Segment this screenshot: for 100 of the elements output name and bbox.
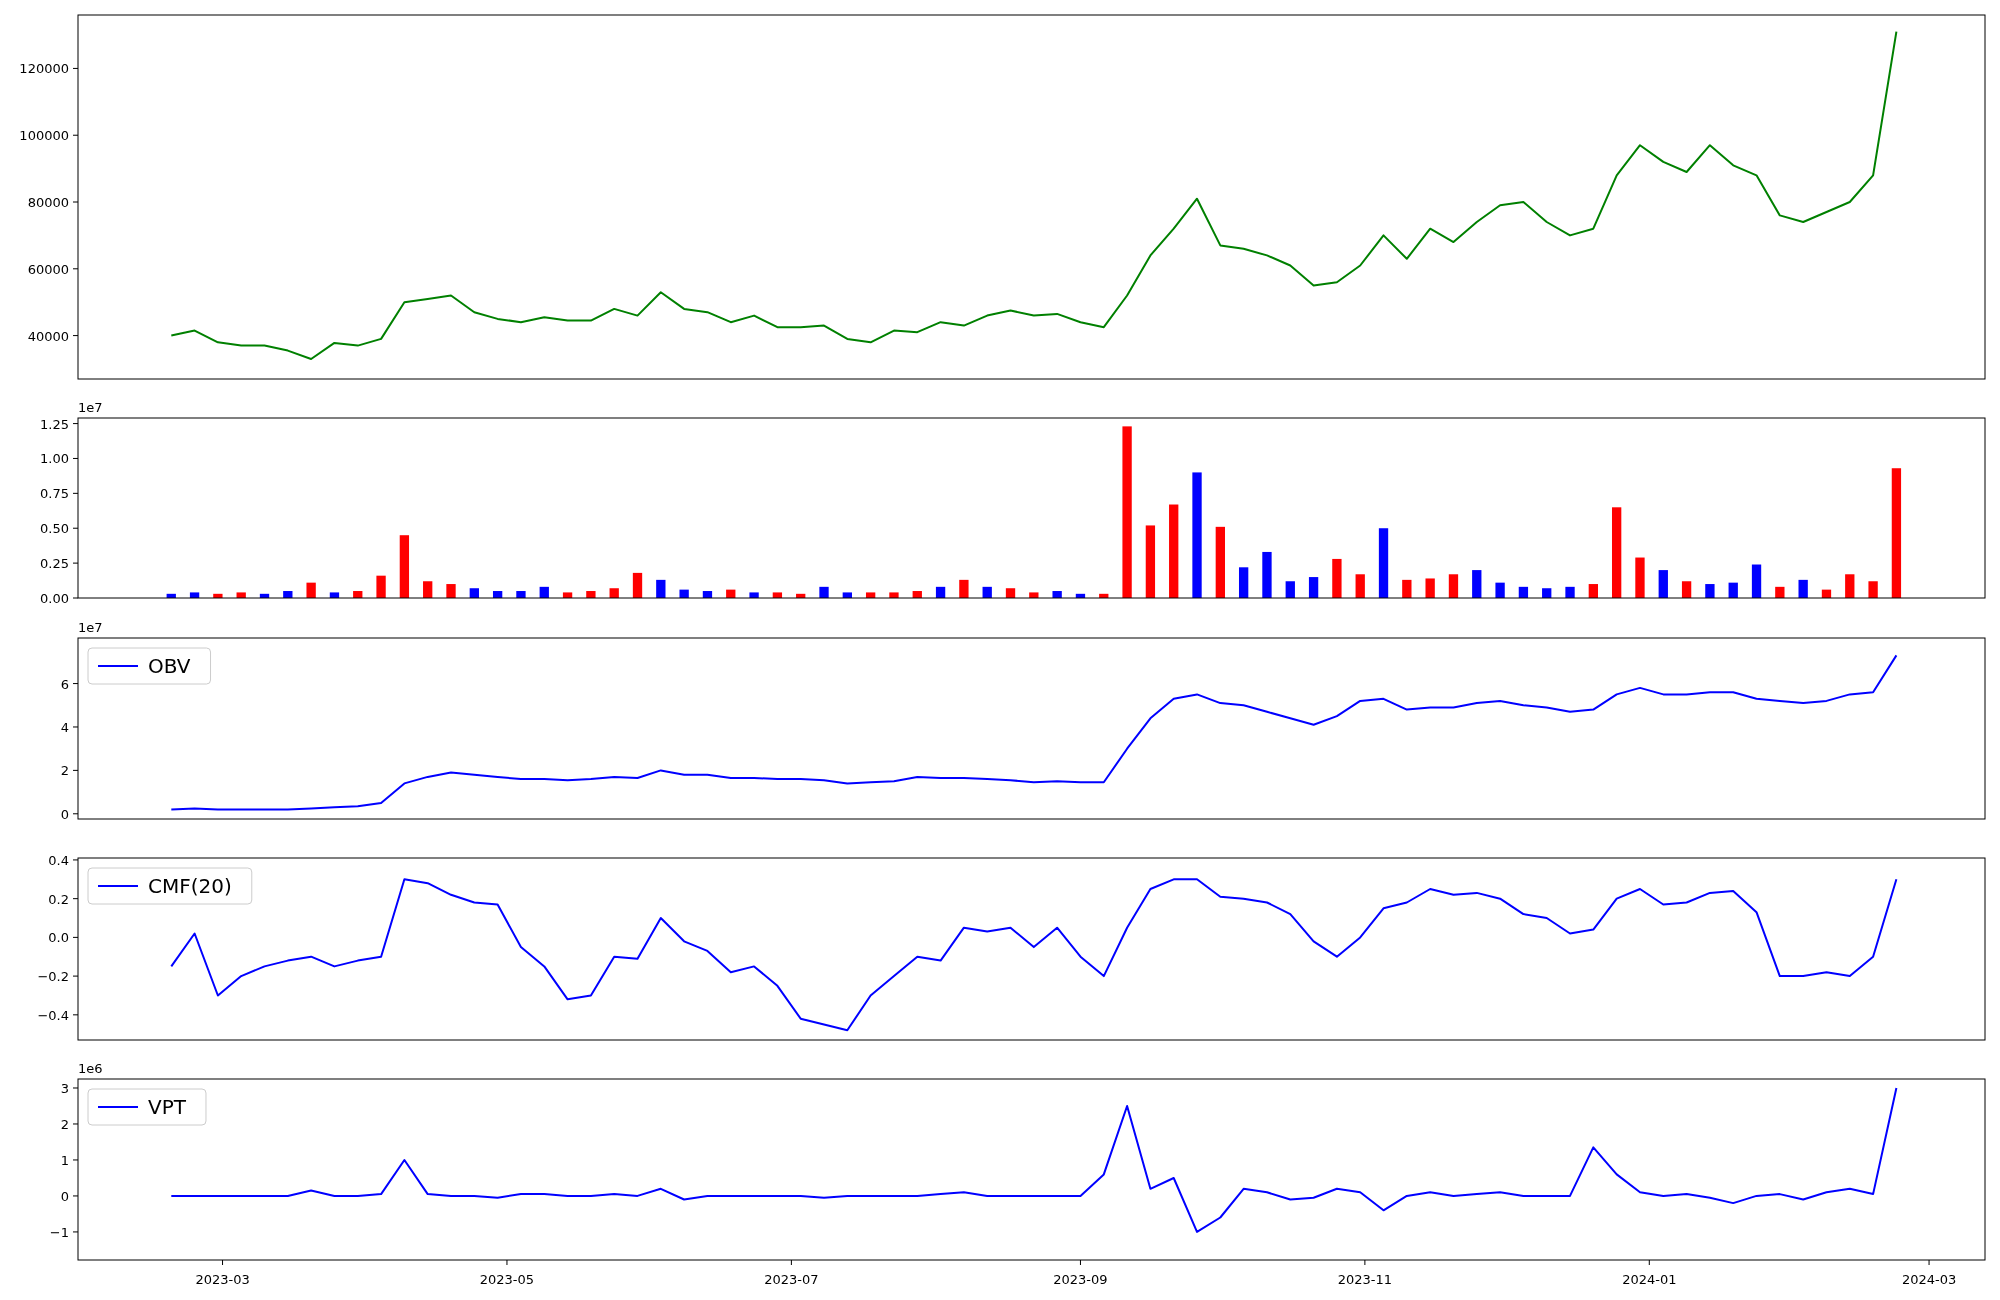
legend-line-icon (97, 1106, 139, 1108)
y-tick-label: −0.2 (37, 969, 69, 985)
y-tick-label: 0.0 (48, 930, 69, 946)
volume-bar (586, 591, 596, 598)
legend-label: VPT (148, 1095, 186, 1119)
legend-label: CMF(20) (148, 874, 232, 898)
volume-bar (166, 593, 176, 598)
y-tick-label: 80000 (27, 195, 69, 210)
volume-bar (1588, 584, 1598, 598)
volume-bar (959, 579, 969, 598)
volume-bar (679, 589, 689, 598)
volume-bar (1052, 591, 1062, 598)
volume-bar (1542, 588, 1552, 598)
volume-bar (1099, 593, 1109, 598)
volume-bar (749, 592, 759, 598)
volume-bar (539, 586, 549, 598)
y-tick-label: 1.25 (40, 416, 69, 432)
axis-offset-label: 1e7 (78, 400, 103, 415)
volume-bar (1751, 564, 1762, 598)
x-tick-label: 2023-07 (764, 1272, 819, 1287)
volume-bar (1285, 581, 1295, 598)
x-tick-label: 2023-03 (195, 1272, 250, 1287)
volume-bar (1215, 526, 1225, 598)
volume-bar (1262, 551, 1272, 598)
y-tick-label: 6 (60, 676, 69, 692)
volume-bar (935, 586, 946, 598)
volume-bar (1728, 582, 1738, 598)
volume-bar (1705, 584, 1715, 598)
volume-bar (283, 591, 293, 598)
x-tick-label: 2024-03 (1901, 1272, 1957, 1287)
volume-bar (1775, 586, 1785, 598)
volume-bar (1798, 579, 1808, 598)
volume-bar (1402, 579, 1412, 598)
y-tick-label: 2 (60, 1117, 69, 1132)
x-tick-label: 2024-01 (1622, 1272, 1677, 1287)
volume-bar (1425, 578, 1435, 598)
y-tick-label: −0.4 (37, 1007, 69, 1023)
volume-bar (609, 588, 619, 598)
axis-offset-label: 1e6 (78, 1061, 103, 1076)
y-tick-label: 0.00 (40, 591, 69, 606)
volume-bar (1308, 577, 1319, 598)
volume-bar (446, 584, 456, 598)
y-tick-label: 0.25 (40, 556, 69, 572)
volume-bar (1518, 586, 1529, 598)
volume-bar (866, 592, 876, 598)
y-tick-label: 0.4 (48, 852, 69, 868)
legend-line-icon (97, 885, 139, 887)
y-tick-label: 0 (60, 1188, 69, 1204)
volume-bar (469, 588, 479, 598)
volume-bar (1845, 574, 1855, 598)
x-tick-label: 2023-05 (479, 1272, 535, 1287)
legend-label: OBV (148, 654, 191, 678)
y-tick-label: 120000 (19, 61, 69, 77)
x-tick-label: 2023-11 (1337, 1272, 1393, 1287)
volume-bar (1239, 567, 1249, 598)
y-tick-label: −1 (49, 1224, 69, 1240)
volume-bar (1332, 558, 1342, 598)
volume-bar (1658, 570, 1668, 598)
volume-bar (353, 591, 363, 598)
volume-bar (1472, 570, 1482, 598)
volume-bar (889, 592, 899, 598)
volume-bar (819, 586, 829, 598)
volume-bar (492, 591, 503, 598)
volume-bar (1635, 557, 1645, 598)
volume-bar (632, 572, 643, 598)
y-tick-label: 0.2 (48, 891, 69, 907)
volume-bar (1868, 581, 1878, 598)
volume-bar (423, 581, 433, 598)
volume-bar (213, 593, 223, 598)
volume-bar (1495, 582, 1505, 598)
volume-bar (399, 535, 410, 598)
y-tick-label: 1.00 (40, 451, 69, 467)
volume-bar (516, 591, 526, 598)
volume-bar (259, 593, 270, 598)
y-tick-label: 0.50 (40, 521, 69, 537)
volume-bar (656, 579, 666, 598)
y-tick-label: 0 (60, 806, 69, 822)
volume-bar (1005, 588, 1016, 598)
volume-bar (236, 592, 246, 598)
volume-bar (1075, 593, 1086, 598)
volume-bar (772, 592, 783, 598)
axis-offset-label: 1e7 (78, 620, 103, 635)
volume-bar (376, 575, 386, 598)
legend-line-icon (97, 665, 139, 667)
volume-bar (702, 591, 713, 598)
volume-bar (1378, 528, 1389, 598)
volume-bar (726, 589, 736, 598)
volume-bar (796, 593, 806, 598)
volume-bar (1681, 581, 1692, 598)
volume-bar (842, 592, 852, 598)
volume-bar (1821, 589, 1832, 598)
volume-bar (189, 592, 200, 598)
y-tick-label: 3 (60, 1081, 69, 1096)
volume-bar (1355, 574, 1365, 598)
x-tick-label: 2023-09 (1053, 1272, 1108, 1287)
volume-bar (912, 591, 922, 598)
volume-bar (329, 592, 340, 598)
y-tick-label: 1 (60, 1152, 69, 1168)
volume-bar (306, 582, 316, 598)
y-tick-label: 100000 (19, 128, 69, 144)
